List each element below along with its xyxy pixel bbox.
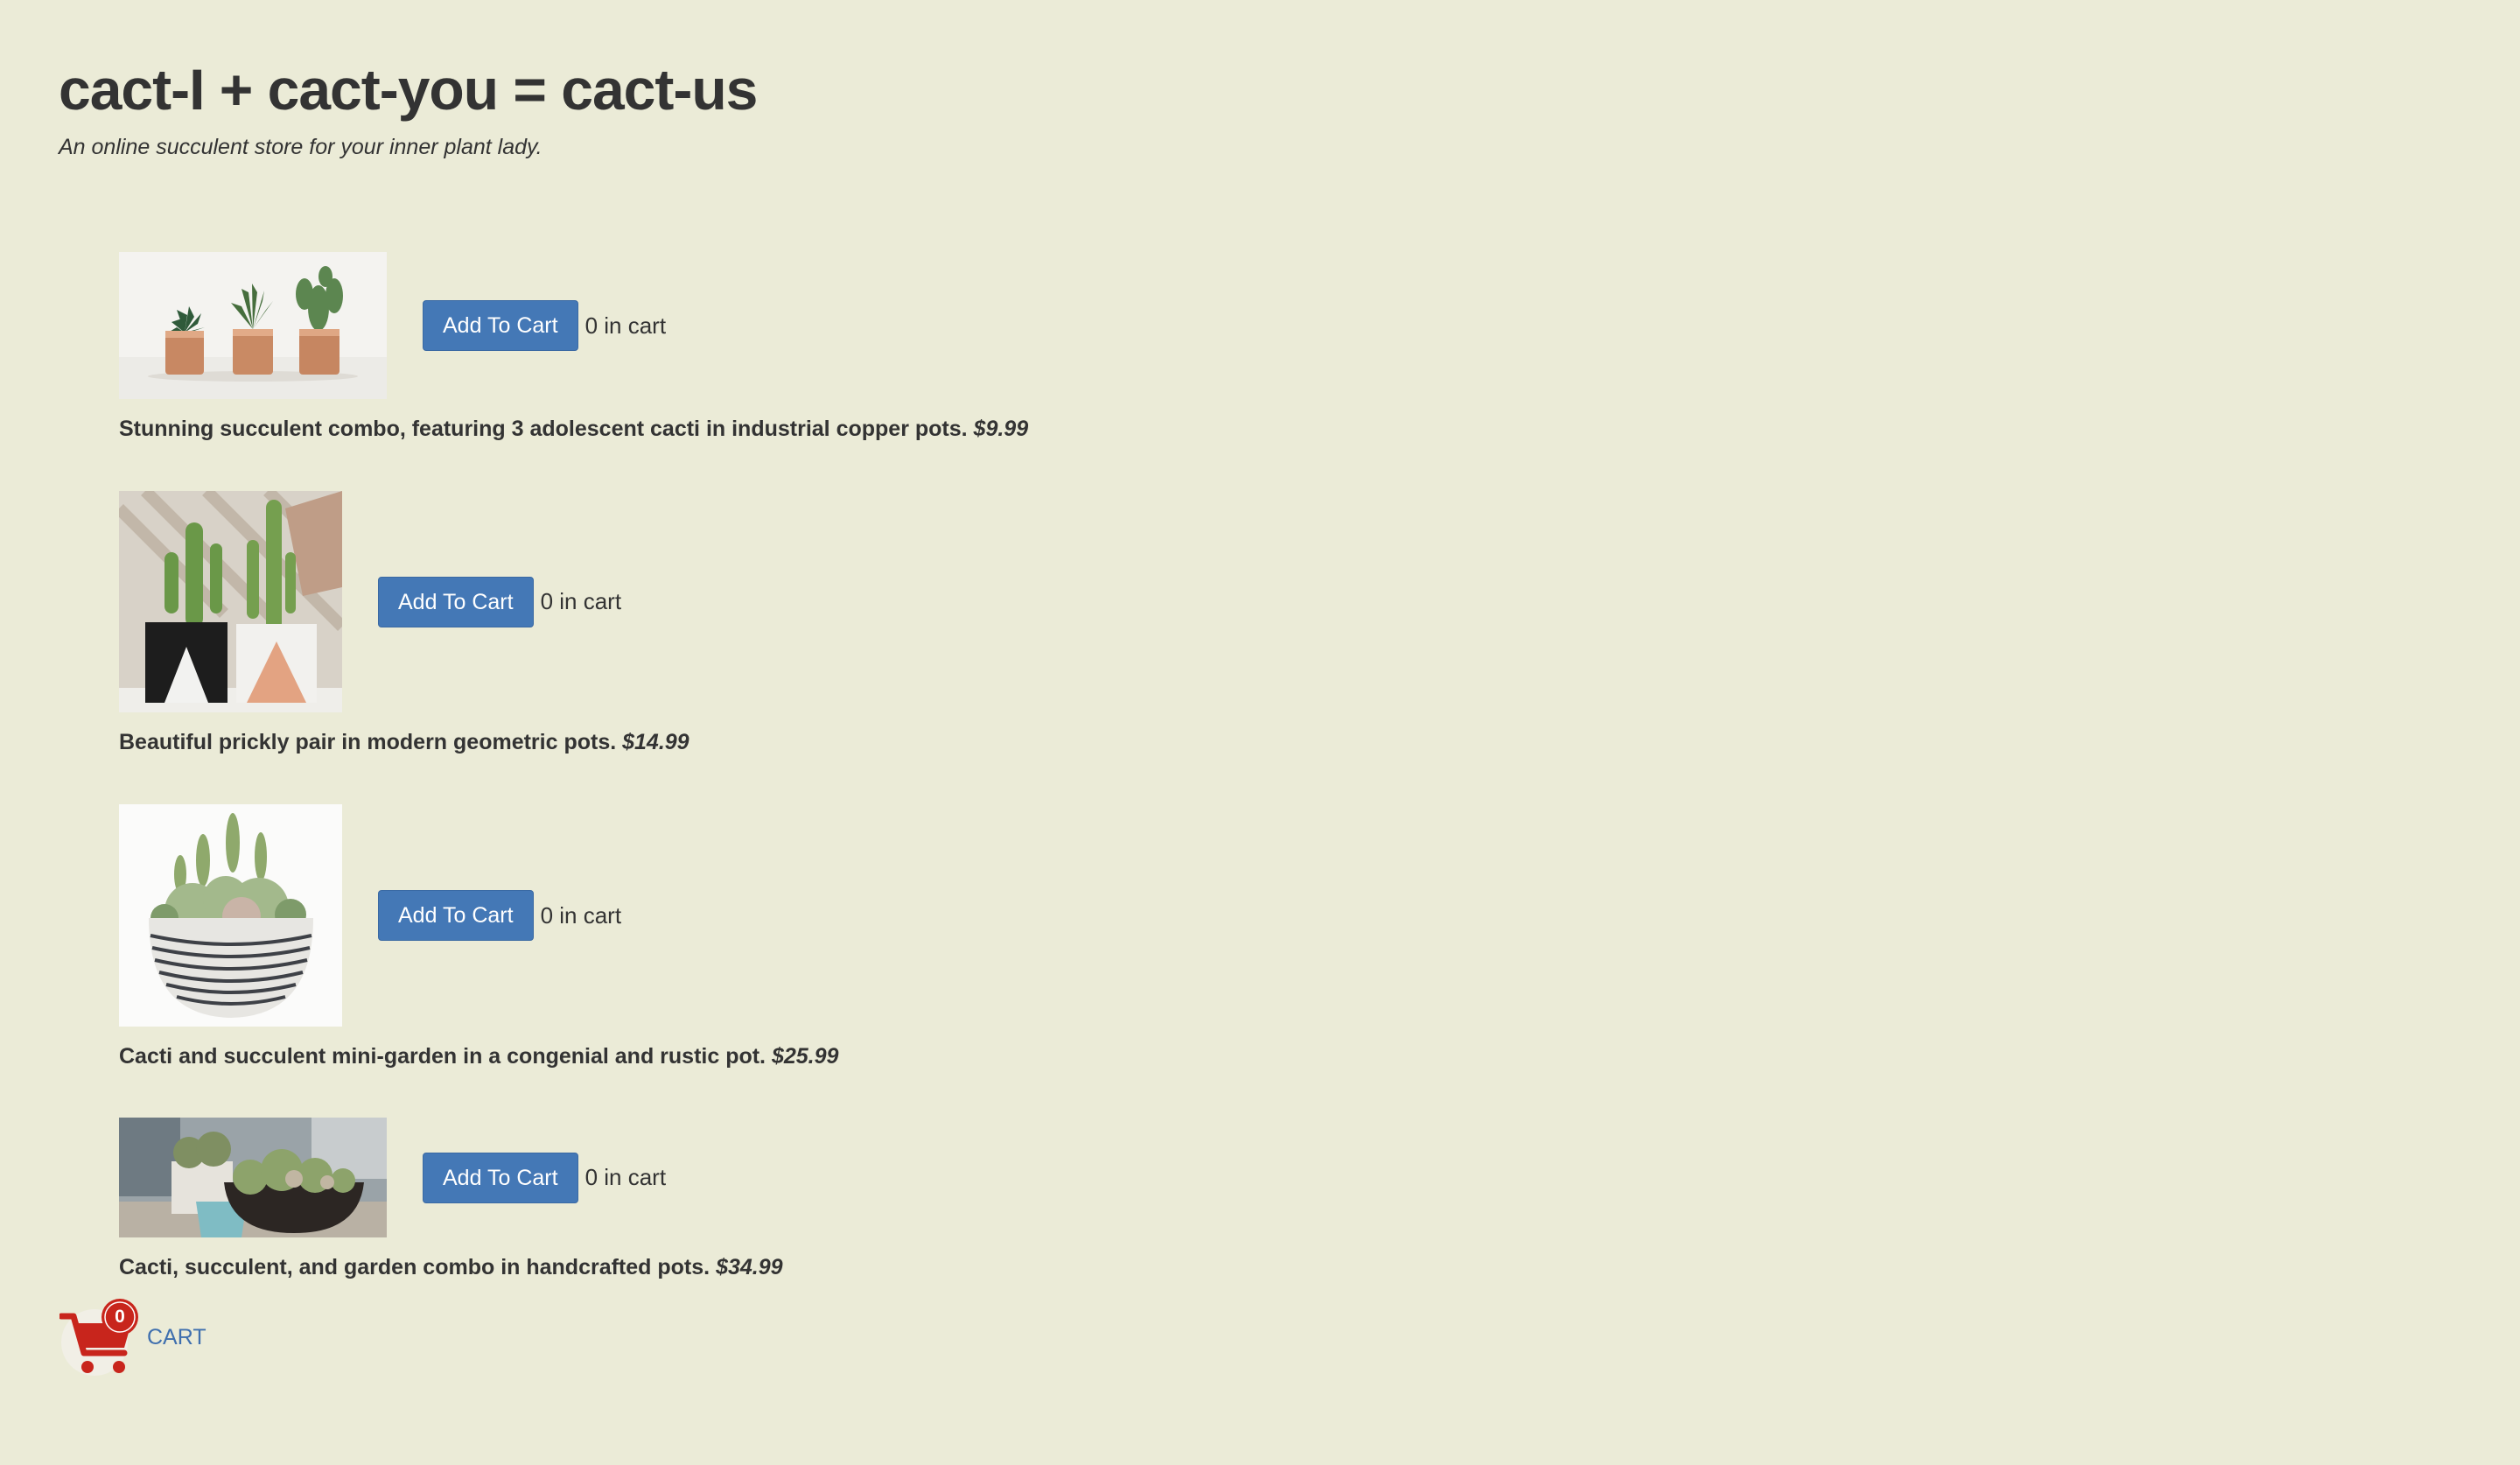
shopping-cart-icon[interactable]: 0 — [58, 1297, 144, 1377]
copper-pots-trio-image — [119, 252, 387, 399]
product-card: Add To Cart 0 in cart Cacti and succulen… — [119, 804, 838, 1070]
in-cart-count: 0 in cart — [584, 1164, 667, 1190]
product-card: Add To Cart 0 in cart Stunning succulent… — [119, 252, 1028, 443]
description-text: Beautiful prickly pair in modern geometr… — [119, 730, 617, 754]
handcrafted-pots-combo-image — [119, 1118, 387, 1237]
cart-widget[interactable]: 0 CART — [58, 1297, 206, 1377]
cart-link[interactable]: CART — [147, 1325, 206, 1350]
product-description: Cacti, succulent, and garden combo in ha… — [119, 1253, 783, 1281]
add-to-cart-button[interactable]: Add To Cart — [423, 300, 578, 351]
site-tagline: An online succulent store for your inner… — [59, 135, 542, 159]
product-card: Add To Cart 0 in cart Beautiful prickly … — [119, 491, 690, 756]
product-description: Stunning succulent combo, featuring 3 ad… — [119, 415, 1028, 443]
in-cart-count: 0 in cart — [540, 588, 622, 614]
product-price: $25.99 — [771, 1044, 839, 1069]
product-card: Add To Cart 0 in cart Cacti, succulent, … — [119, 1118, 783, 1281]
add-to-cart-button[interactable]: Add To Cart — [378, 576, 534, 627]
cart-count-badge: 0 — [115, 1307, 125, 1327]
product-price: $34.99 — [716, 1255, 783, 1279]
product-description: Beautiful prickly pair in modern geometr… — [119, 728, 690, 756]
mini-garden-bowl-image — [119, 804, 342, 1027]
product-image — [119, 804, 342, 1027]
product-image — [119, 252, 387, 399]
description-text: Stunning succulent combo, featuring 3 ad… — [119, 417, 968, 441]
add-to-cart-button[interactable]: Add To Cart — [423, 1152, 578, 1203]
description-text: Cacti and succulent mini-garden in a con… — [119, 1044, 766, 1069]
product-price: $14.99 — [622, 730, 690, 754]
site-title: cact-I + cact-you = cact-us — [59, 57, 758, 122]
product-price: $9.99 — [973, 417, 1029, 441]
product-image — [119, 1118, 387, 1237]
in-cart-count: 0 in cart — [584, 312, 667, 339]
geometric-pots-pair-image — [119, 491, 342, 712]
description-text: Cacti, succulent, and garden combo in ha… — [119, 1255, 710, 1279]
add-to-cart-button[interactable]: Add To Cart — [378, 890, 534, 941]
product-description: Cacti and succulent mini-garden in a con… — [119, 1042, 838, 1070]
in-cart-count: 0 in cart — [540, 901, 622, 929]
product-image — [119, 491, 342, 712]
